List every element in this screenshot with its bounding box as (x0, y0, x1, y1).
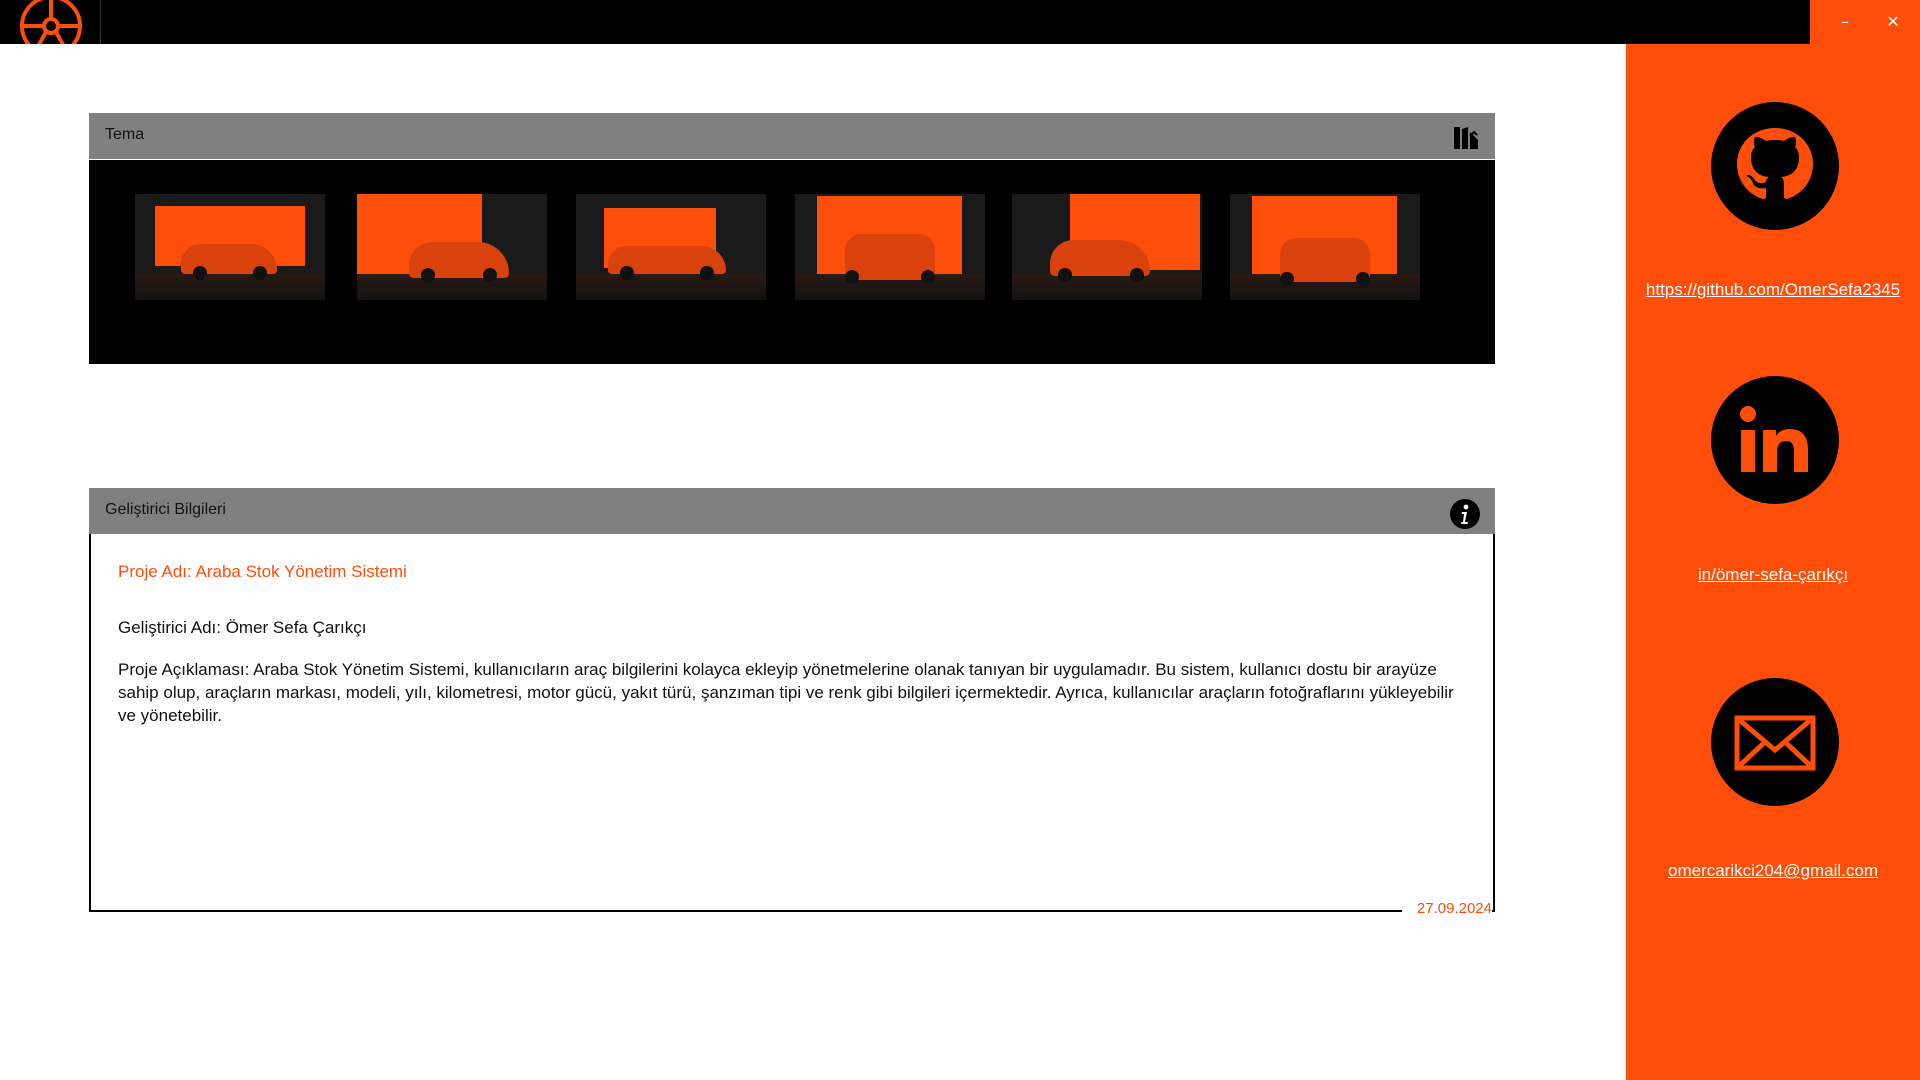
developer-name: Geliştirici Adı: Ömer Sefa Çarıkçı (118, 618, 367, 637)
window-controls: – ✕ (1810, 0, 1920, 44)
info-icon (1450, 499, 1480, 529)
palette-swatch-icon (1454, 127, 1478, 149)
theme-thumbnail[interactable] (795, 194, 985, 300)
developer-card-title: Geliştirici Bilgileri (105, 501, 226, 518)
theme-thumbnail[interactable] (1012, 194, 1202, 300)
project-name: Proje Adı: Araba Stok Yönetim Sistemi (118, 562, 407, 581)
theme-gallery (89, 160, 1495, 364)
theme-card-title: Tema (105, 126, 145, 143)
mail-icon[interactable] (1711, 678, 1839, 806)
contact-sidebar: https://github.com/OmerSefa2345 in/ömer-… (1626, 44, 1920, 1080)
developer-card-header: Geliştirici Bilgileri (89, 488, 1495, 534)
theme-thumbnail[interactable] (576, 194, 766, 300)
github-link[interactable]: https://github.com/OmerSefa2345 (1626, 280, 1920, 300)
theme-thumbnail[interactable] (1230, 194, 1420, 300)
linkedin-icon[interactable] (1711, 376, 1839, 504)
theme-card-header: Tema (89, 113, 1495, 159)
github-icon[interactable] (1711, 102, 1839, 230)
developer-info-panel: Proje Adı: Araba Stok Yönetim Sistemi Ge… (89, 534, 1495, 912)
email-link[interactable]: omercarikci204@gmail.com (1626, 861, 1920, 881)
wheel-icon (0, 0, 101, 44)
project-description: Proje Açıklaması: Araba Stok Yönetim Sis… (118, 660, 1454, 725)
theme-thumbnail[interactable] (135, 194, 325, 300)
date-label: 27.09.2024 (1402, 900, 1492, 917)
theme-thumbnail[interactable] (357, 194, 547, 300)
close-button[interactable]: ✕ (1878, 10, 1908, 34)
title-bar: – ✕ (0, 0, 1920, 44)
linkedin-link[interactable]: in/ömer-sefa-çarıkçı (1626, 565, 1920, 585)
minimize-button[interactable]: – (1830, 10, 1860, 34)
